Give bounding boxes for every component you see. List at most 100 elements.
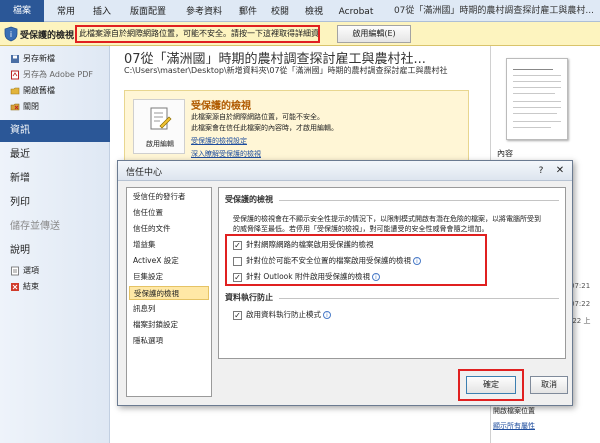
properties-label[interactable]: 內容 bbox=[497, 148, 513, 159]
info-icon: i bbox=[323, 311, 331, 319]
protected-view-description-2: 此檔案會在信任此檔案的內容時，才啟用編輯。 bbox=[191, 124, 338, 132]
dialog-titlebar: 信任中心 ? ✕ bbox=[118, 161, 572, 181]
checkbox-internet-files-label: 針對網際網路的檔案啟用受保護的檢視 bbox=[246, 240, 374, 249]
section-title-dep: 資料執行防止 bbox=[225, 293, 273, 302]
nav-close[interactable]: 關閉 bbox=[10, 100, 39, 114]
info-icon: i bbox=[413, 257, 421, 265]
folder-icon bbox=[10, 87, 20, 94]
nav-print[interactable]: 列印 bbox=[10, 194, 30, 212]
enable-editing-tile[interactable]: 啟用編輯 bbox=[133, 99, 185, 154]
checkbox-unsafe-locations[interactable]: 針對位於可能不安全位置的檔案啟用受保護的檢視 i bbox=[233, 254, 421, 267]
side-value: 07:21 bbox=[570, 282, 591, 290]
protected-view-heading: 受保護的檢視 bbox=[191, 101, 251, 112]
enable-editing-button[interactable]: 啟用編輯(E) bbox=[337, 25, 411, 43]
shield-icon: i bbox=[4, 26, 18, 42]
nav-save-send[interactable]: 儲存並傳送 bbox=[10, 218, 60, 236]
section-divider bbox=[279, 200, 559, 201]
checkbox-outlook-attachments-label: 針對 Outlook 附件啟用受保護的檢視 bbox=[246, 272, 370, 281]
side-value: 07:22 bbox=[570, 300, 591, 308]
nav-help[interactable]: 說明 bbox=[10, 242, 30, 260]
nav-save-pdf-label: 另存為 Adobe PDF bbox=[23, 70, 93, 79]
document-thumbnail bbox=[506, 58, 568, 140]
nav-new[interactable]: 新增 bbox=[10, 170, 30, 188]
pdf-icon bbox=[11, 70, 19, 79]
protected-view-intro: 受保護的檢視會在不顯示安全性提示的情況下，以限制模式開啟有潛在危險的檔案，以將電… bbox=[233, 215, 541, 223]
dialog-nav-macro-settings[interactable]: 巨集設定 bbox=[133, 270, 163, 284]
nav-options-label: 選項 bbox=[23, 266, 39, 275]
close-document-icon bbox=[10, 103, 20, 110]
trust-center-nav: 受信任的發行者 信任位置 信任的文件 增益集 ActiveX 設定 巨集設定 受… bbox=[126, 187, 212, 397]
trust-center-dialog: 信任中心 ? ✕ 受信任的發行者 信任位置 信任的文件 增益集 ActiveX … bbox=[117, 160, 573, 406]
checkbox-outlook-attachments[interactable]: ✓ 針對 Outlook 附件啟用受保護的檢視 i bbox=[233, 270, 380, 283]
protected-view-panel: 啟用編輯 受保護的檢視 此檔案源自於網際網路位置，可能不安全。 此檔案會在信任此… bbox=[124, 90, 469, 162]
nav-exit[interactable]: 結束 bbox=[10, 280, 39, 294]
protected-view-intro-2: 的威脅降至最低。若停用「受保護的檢視」，對可能遭受的安全性威脅會隨之增加。 bbox=[233, 225, 489, 233]
tab-insert[interactable]: 插入 bbox=[88, 4, 116, 20]
tab-page-layout[interactable]: 版面配置 bbox=[124, 4, 172, 20]
protected-view-settings-link[interactable]: 受保護的檢視設定 bbox=[191, 136, 247, 146]
save-icon bbox=[11, 54, 19, 63]
info-icon: i bbox=[371, 273, 380, 281]
dialog-nav-activex[interactable]: ActiveX 設定 bbox=[133, 254, 179, 268]
checkbox[interactable] bbox=[233, 256, 242, 266]
tab-references[interactable]: 參考資料 bbox=[180, 4, 228, 20]
checkbox-internet-files[interactable]: ✓ 針對網際網路的檔案啟用受保護的檢視 bbox=[233, 238, 374, 251]
nav-options[interactable]: 選項 bbox=[10, 264, 39, 278]
learn-more-link[interactable]: 深入瞭解受保護的檢視 bbox=[191, 149, 261, 159]
tab-acrobat[interactable]: Acrobat bbox=[334, 4, 378, 20]
show-all-properties-link[interactable]: 顯示所有屬性 bbox=[493, 421, 535, 431]
nav-info[interactable]: 資訊 bbox=[0, 120, 110, 142]
dialog-nav-trusted-publishers[interactable]: 受信任的發行者 bbox=[133, 190, 186, 204]
section-title-protected-view: 受保護的檢視 bbox=[225, 195, 273, 204]
options-icon bbox=[11, 266, 19, 275]
message-bar-details-link[interactable]: 此檔案源自於網際網路位置，可能不安全。請按一下這裡取得詳細資料 bbox=[75, 25, 320, 43]
tab-review[interactable]: 校閱 bbox=[266, 4, 294, 20]
nav-save-as-label: 另存新檔 bbox=[23, 54, 55, 63]
window-title: 07從「滿洲國」時期的農村調查探討雇工與農村... bbox=[393, 6, 594, 16]
dialog-nav-protected-view[interactable]: 受保護的檢視 bbox=[129, 286, 209, 300]
dialog-nav-trusted-locations[interactable]: 信任位置 bbox=[133, 206, 163, 220]
section-divider bbox=[279, 298, 559, 299]
backstage-nav: 另存新檔 另存為 Adobe PDF 開啟舊檔 關閉 資訊 最近 新增 列印 儲… bbox=[0, 46, 110, 443]
open-file-location-button[interactable]: 開啟檔案位置 bbox=[493, 406, 535, 416]
help-icon[interactable]: ? bbox=[534, 164, 548, 178]
protected-view-description: 此檔案源自於網際網路位置，可能不安全。 bbox=[191, 113, 324, 121]
svg-text:i: i bbox=[10, 30, 12, 39]
document-title: 07從「滿洲國」時期的農村調查探討雇工與農村社... bbox=[124, 52, 426, 64]
side-value: /22 上 bbox=[570, 317, 591, 325]
protected-view-message-bar: i 受保護的檢視 此檔案源自於網際網路位置，可能不安全。請按一下這裡取得詳細資料… bbox=[0, 22, 600, 46]
nav-exit-label: 結束 bbox=[23, 282, 39, 291]
nav-open-label: 開啟舊檔 bbox=[23, 86, 55, 95]
nav-save-pdf[interactable]: 另存為 Adobe PDF bbox=[10, 68, 93, 82]
checkbox-dep-mode[interactable]: ✓ 啟用資料執行防止模式 i bbox=[233, 308, 331, 321]
nav-save-as[interactable]: 另存新檔 bbox=[10, 52, 55, 66]
checkbox[interactable]: ✓ bbox=[233, 272, 242, 282]
nav-recent[interactable]: 最近 bbox=[10, 146, 30, 164]
cancel-button[interactable]: 取消 bbox=[530, 376, 568, 394]
checkbox-unsafe-locations-label: 針對位於可能不安全位置的檔案啟用受保護的檢視 bbox=[246, 256, 411, 265]
edit-document-icon bbox=[150, 107, 172, 130]
ok-button[interactable]: 確定 bbox=[466, 376, 516, 394]
dialog-nav-privacy[interactable]: 隱私選項 bbox=[133, 334, 163, 348]
dialog-nav-file-block[interactable]: 檔案封鎖設定 bbox=[133, 318, 178, 332]
ribbon-tab-bar: 檔案 常用 插入 版面配置 參考資料 郵件 校閱 檢視 Acrobat 07從「… bbox=[0, 0, 600, 22]
nav-open[interactable]: 開啟舊檔 bbox=[10, 84, 55, 98]
enable-editing-tile-label: 啟用編輯 bbox=[146, 140, 174, 148]
tab-home[interactable]: 常用 bbox=[52, 4, 80, 20]
dialog-title: 信任中心 bbox=[126, 168, 163, 178]
checkbox[interactable]: ✓ bbox=[233, 310, 242, 320]
tab-mailings[interactable]: 郵件 bbox=[234, 4, 262, 20]
message-bar-label: 受保護的檢視 bbox=[20, 31, 75, 41]
checkbox[interactable]: ✓ bbox=[233, 240, 242, 250]
close-icon[interactable]: ✕ bbox=[552, 164, 568, 178]
dialog-nav-add-ins[interactable]: 增益集 bbox=[133, 238, 156, 252]
tab-view[interactable]: 檢視 bbox=[300, 4, 328, 20]
nav-close-label: 關閉 bbox=[23, 102, 39, 111]
document-path: C:\Users\master\Desktop\新增資料夾\07從「滿洲國」時期… bbox=[124, 66, 448, 75]
exit-icon bbox=[11, 282, 19, 291]
dialog-nav-message-bar[interactable]: 訊息列 bbox=[133, 302, 156, 316]
dialog-nav-trusted-documents[interactable]: 信任的文件 bbox=[133, 222, 171, 236]
checkbox-dep-mode-label: 啟用資料執行防止模式 bbox=[246, 310, 321, 319]
tab-file[interactable]: 檔案 bbox=[0, 0, 44, 22]
protected-view-settings-panel: 受保護的檢視 受保護的檢視會在不顯示安全性提示的情況下，以限制模式開啟有潛在危險… bbox=[218, 187, 566, 359]
